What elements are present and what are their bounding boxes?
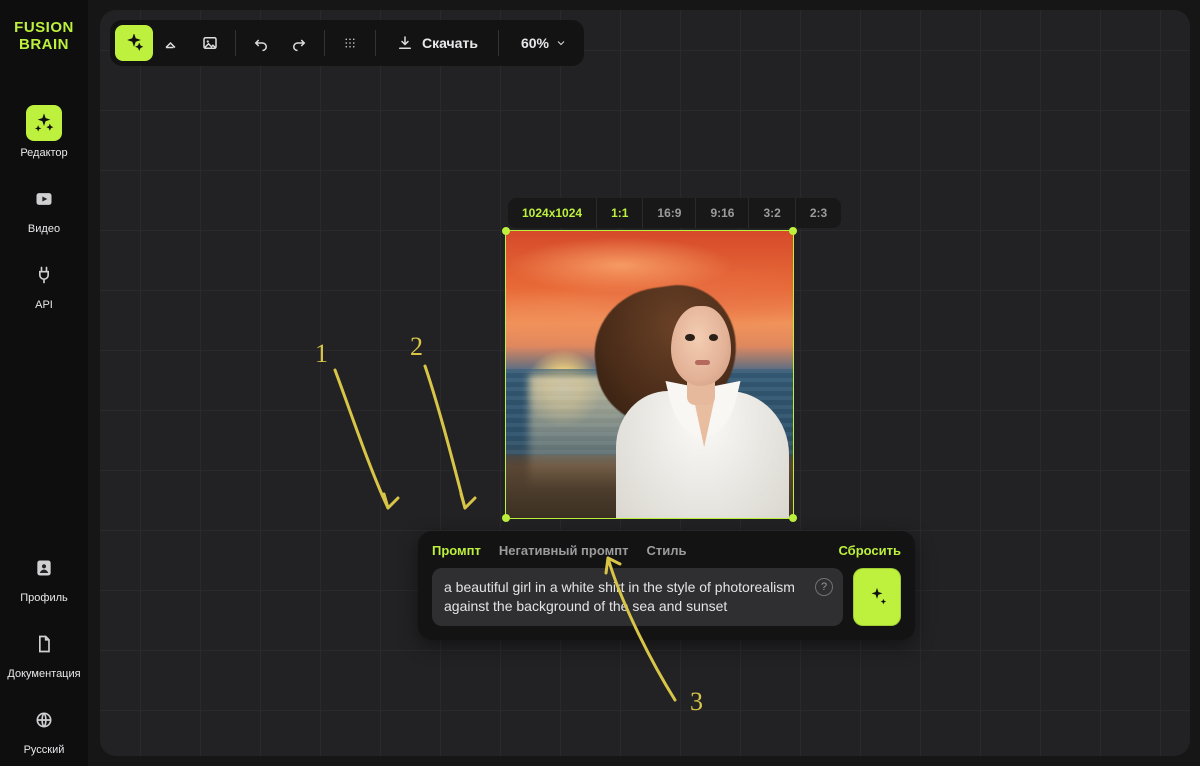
ratio-3-2[interactable]: 3:2 [749,198,795,228]
sidebar-item-editor[interactable]: Редактор [4,97,84,169]
generated-image-frame[interactable] [505,230,794,519]
sidebar-label-lang: Русский [24,744,65,756]
sidebar-item-language[interactable]: Русский [4,694,84,766]
tool-redo[interactable] [280,25,318,61]
resize-handle-bl[interactable] [502,514,510,522]
help-icon[interactable]: ? [815,578,833,596]
tab-style[interactable]: Стиль [646,543,686,558]
zoom-value: 60% [521,35,549,51]
play-icon [26,181,62,217]
sidebar-label-editor: Редактор [20,147,67,159]
profile-icon [26,550,62,586]
sidebar-item-profile[interactable]: Профиль [4,542,84,614]
globe-icon [26,702,62,738]
sidebar-label-docs: Документация [7,668,80,680]
plug-icon [26,257,62,293]
sidebar-item-docs[interactable]: Документация [4,618,84,690]
generated-image [506,231,793,518]
tool-grid[interactable] [331,25,369,61]
prompt-tabs: Промпт Негативный промпт Стиль Сбросить [432,543,901,558]
ratio-dimensions[interactable]: 1024x1024 [508,198,597,228]
download-button[interactable]: Скачать [382,25,492,61]
aspect-ratio-bar: 1024x1024 1:1 16:9 9:16 3:2 2:3 [508,198,841,228]
annot-label-2: 2 [410,332,423,361]
tool-generate[interactable] [115,25,153,61]
tool-undo[interactable] [242,25,280,61]
sparkle-icon [866,586,888,608]
download-icon [396,34,414,52]
logo-line1: FUSION [14,19,74,36]
ratio-16-9[interactable]: 16:9 [643,198,696,228]
sidebar-label-video: Видео [28,223,60,235]
ratio-2-3[interactable]: 2:3 [796,198,841,228]
tool-erase[interactable] [153,25,191,61]
tool-image[interactable] [191,25,229,61]
logo: FUSION BRAIN [9,20,79,53]
generate-button[interactable] [853,568,901,626]
zoom-dropdown[interactable]: 60% [505,25,579,61]
canvas-stage[interactable]: Скачать 60% 1024x1024 1:1 16:9 9:16 3:2 … [100,10,1190,756]
reset-button[interactable]: Сбросить [838,543,901,558]
sidebar-item-video[interactable]: Видео [4,173,84,245]
ratio-1-1[interactable]: 1:1 [597,198,643,228]
resize-handle-tr[interactable] [789,227,797,235]
prompt-text: a beautiful girl in a white shirt in the… [444,579,795,614]
tab-prompt[interactable]: Промпт [432,543,481,558]
prompt-input[interactable]: a beautiful girl in a white shirt in the… [432,568,843,626]
sidebar-label-api: API [35,299,53,311]
resize-handle-br[interactable] [789,514,797,522]
toolbar: Скачать 60% [110,20,584,66]
download-label: Скачать [422,35,478,51]
sidebar-item-api[interactable]: API [4,249,84,321]
document-icon [26,626,62,662]
sidebar: FUSION BRAIN Редактор Видео API Профиль … [0,0,88,766]
annot-label-3: 3 [690,687,703,716]
ratio-9-16[interactable]: 9:16 [696,198,749,228]
sidebar-label-profile: Профиль [20,592,68,604]
chevron-down-icon [555,37,567,49]
tab-negative-prompt[interactable]: Негативный промпт [499,543,629,558]
sparkle-icon [26,105,62,141]
annot-label-1: 1 [315,339,328,368]
prompt-panel: Промпт Негативный промпт Стиль Сбросить … [418,531,915,640]
logo-line2: BRAIN [19,36,69,53]
resize-handle-tl[interactable] [502,227,510,235]
